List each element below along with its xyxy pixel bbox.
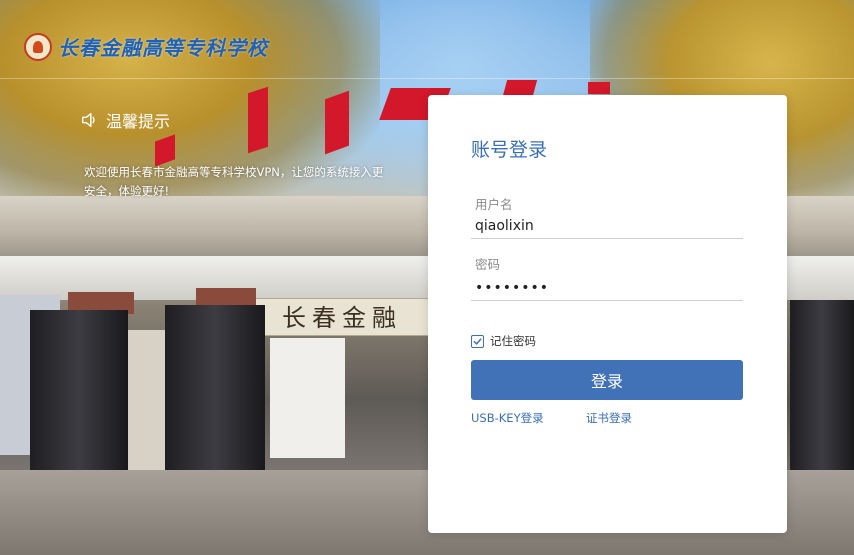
notice-text: 欢迎使用长春市金融高等专科学校VPN，让您的系统接入更安全，体验更好! <box>84 165 384 198</box>
username-label: 用户名 <box>475 197 513 212</box>
school-logo-icon <box>24 32 52 61</box>
remember-checkbox[interactable] <box>471 334 484 348</box>
background-flag <box>502 80 538 96</box>
background-flag <box>588 82 610 94</box>
notice-title: 温馨提示 <box>106 112 171 131</box>
school-brand: 长春金融高等专科学校 <box>24 32 268 61</box>
username-input[interactable] <box>471 213 743 239</box>
notice-heading: 温馨提示 <box>80 108 170 132</box>
speaker-icon <box>81 112 95 128</box>
background-building <box>270 338 345 458</box>
login-title: 账号登录 <box>471 139 548 161</box>
login-card: 账号登录 用户名 密码 记住密码 登录 USB-KEY登录 证书登录 <box>428 95 787 533</box>
background-flag <box>325 90 349 155</box>
header-divider <box>0 78 854 79</box>
remember-label: 记住密码 <box>490 334 536 348</box>
background-flag <box>248 86 268 154</box>
background-pillar-cap <box>196 288 256 306</box>
password-input[interactable] <box>471 275 743 301</box>
login-page: 长春金融 长春金融高等专科学校 温馨提示 欢迎使用长春市金融高等专科学校VPN，… <box>0 0 854 555</box>
usbkey-login-link[interactable]: USB-KEY登录 <box>471 410 544 426</box>
gate-sign: 长春金融 <box>255 298 435 336</box>
remember-password[interactable]: 记住密码 <box>471 333 536 349</box>
login-button[interactable]: 登录 <box>471 360 743 400</box>
check-icon <box>473 337 482 345</box>
password-label: 密码 <box>475 257 501 272</box>
school-name: 长春金融高等专科学校 <box>58 36 268 60</box>
cert-login-link[interactable]: 证书登录 <box>586 410 632 426</box>
